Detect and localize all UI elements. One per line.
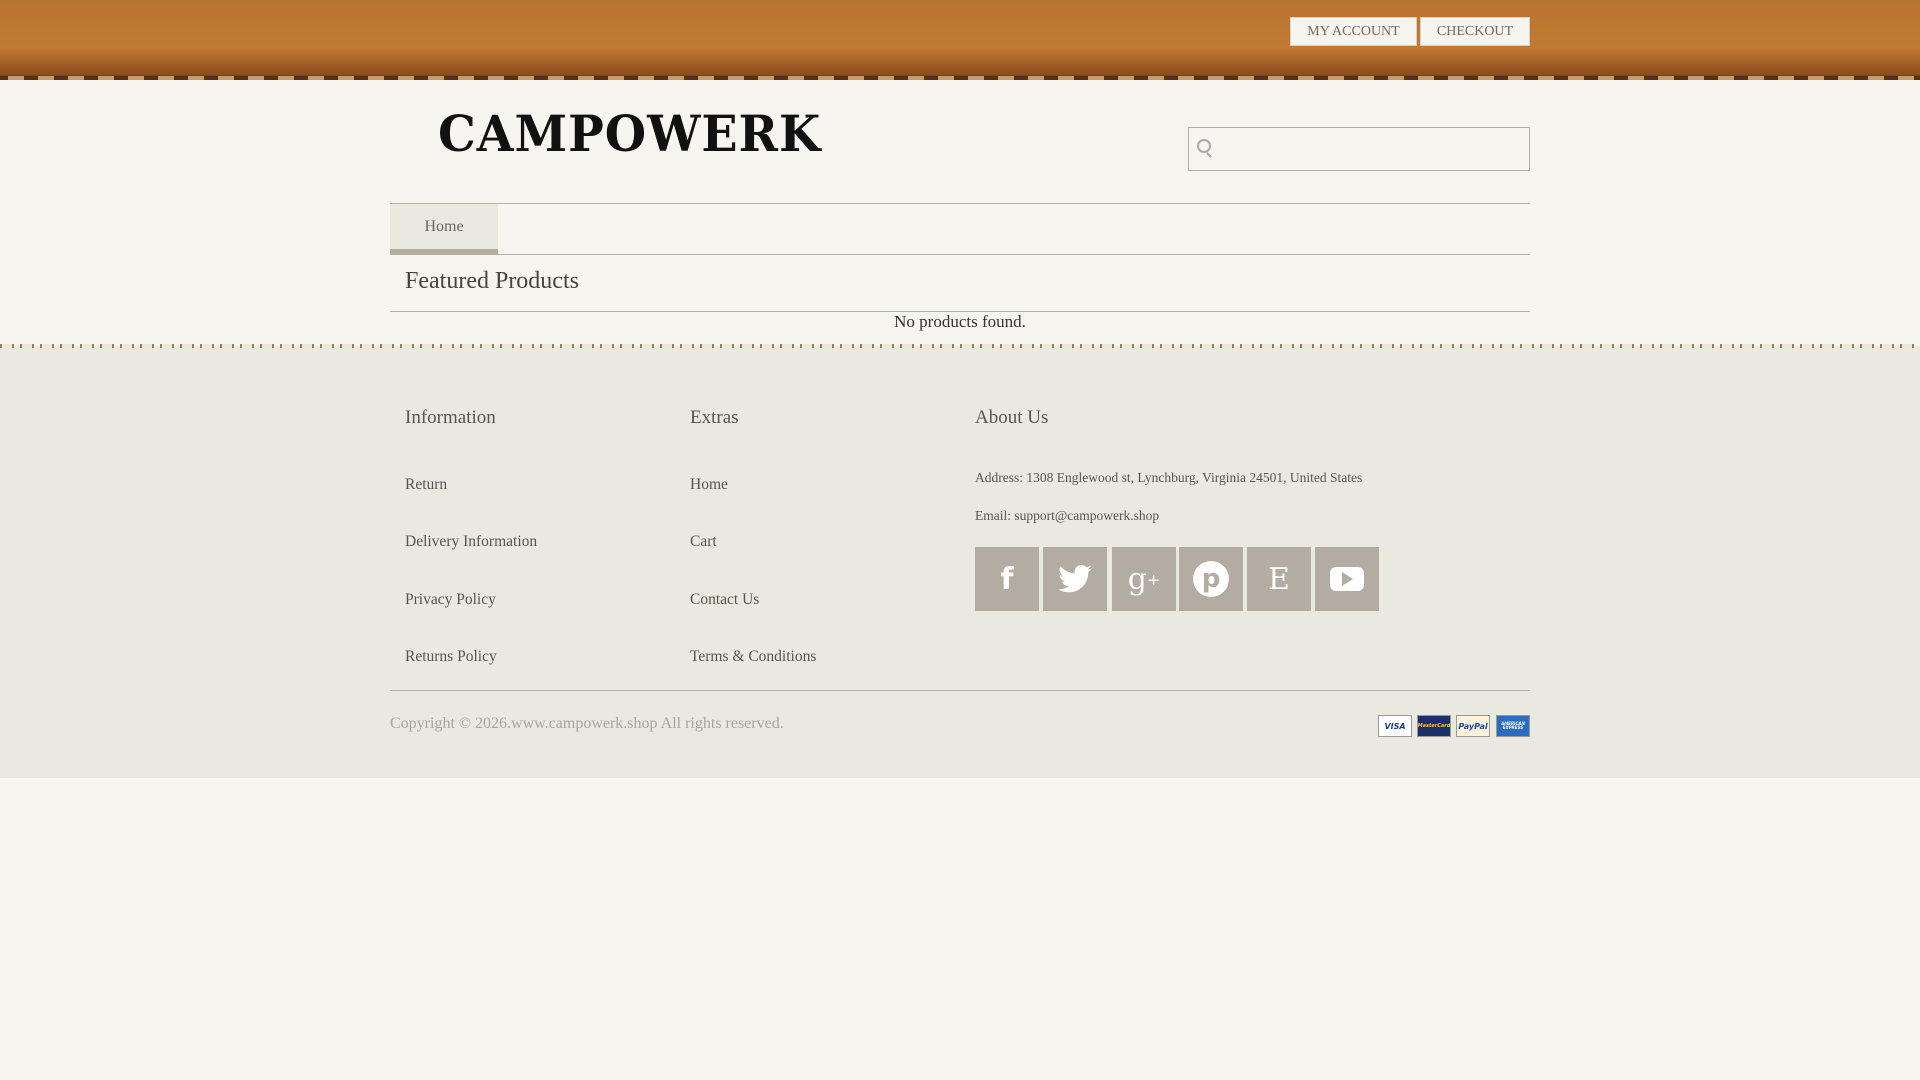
link-contact-us[interactable]: Contact Us: [690, 591, 759, 609]
extras-heading: Extras: [690, 407, 739, 428]
search-input[interactable]: [1219, 128, 1519, 170]
link-privacy-policy[interactable]: Privacy Policy: [405, 591, 496, 609]
pinterest-icon[interactable]: p: [1179, 547, 1243, 611]
empty-message: No products found.: [894, 312, 1026, 331]
twitter-icon[interactable]: [1043, 547, 1107, 611]
link-home[interactable]: Home: [690, 476, 728, 494]
address: Address: 1308 Englewood st, Lynchburg, V…: [975, 470, 1363, 485]
mastercard-icon: MasterCard: [1417, 715, 1451, 737]
youtube-icon[interactable]: [1315, 547, 1379, 611]
link-cart[interactable]: Cart: [690, 533, 717, 551]
paypal-icon: PayPal: [1456, 715, 1490, 737]
search-icon[interactable]: [1197, 139, 1211, 153]
divider: [390, 690, 1530, 691]
stitch-divider: [0, 344, 1920, 348]
visa-icon: VISA: [1378, 715, 1412, 737]
checkout-button[interactable]: CHECKOUT: [1420, 17, 1530, 46]
etsy-icon[interactable]: E: [1247, 547, 1311, 611]
divider: [390, 254, 1530, 255]
copyright: Copyright © 2026.www.campowerk.shop All …: [390, 715, 784, 732]
link-delivery-information[interactable]: Delivery Information: [405, 533, 537, 551]
link-terms[interactable]: Terms & Conditions: [690, 648, 816, 666]
facebook-icon[interactable]: f: [975, 547, 1039, 611]
top-bar: MY ACCOUNT CHECKOUT: [0, 0, 1920, 80]
link-returns-policy[interactable]: Returns Policy: [405, 648, 497, 666]
featured-products-title: Featured Products: [405, 268, 579, 294]
google-plus-icon[interactable]: g +: [1112, 547, 1176, 611]
logo[interactable]: CAMPOWERK: [438, 104, 821, 163]
amex-icon: AMERICAN EXPRESS: [1496, 715, 1530, 737]
nav-home-tab[interactable]: Home: [390, 204, 498, 254]
divider: [390, 203, 1530, 204]
link-return[interactable]: Return: [405, 476, 447, 494]
footer: [0, 346, 1920, 778]
search-box[interactable]: [1188, 127, 1530, 171]
about-heading: About Us: [975, 407, 1049, 428]
email: Email: support@campowerk.shop: [975, 508, 1160, 523]
my-account-button[interactable]: MY ACCOUNT: [1290, 17, 1417, 46]
information-heading: Information: [405, 407, 496, 428]
